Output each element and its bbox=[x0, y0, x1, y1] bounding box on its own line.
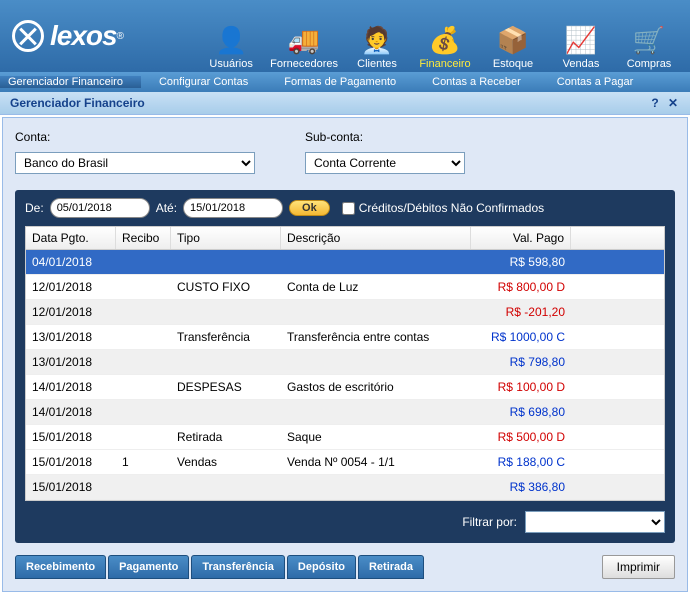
nav-icon: 🚚 bbox=[288, 24, 320, 56]
ate-label: Até: bbox=[156, 201, 177, 215]
nav-financeiro[interactable]: 💰Financeiro bbox=[416, 24, 474, 70]
logo-mark-icon bbox=[12, 20, 44, 52]
reg-mark: ® bbox=[117, 31, 124, 42]
table-row[interactable]: 12/01/2018CUSTO FIXOConta de LuzR$ 800,0… bbox=[26, 275, 664, 300]
table-row[interactable]: 12/01/2018R$ -201,20 bbox=[26, 300, 664, 325]
col-val[interactable]: Val. Pago bbox=[471, 227, 571, 249]
nav-icon: 📈 bbox=[565, 24, 597, 56]
panel-title: Gerenciador Financeiro bbox=[10, 96, 145, 110]
bottom-row: RecebimentoPagamentoTransferênciaDepósit… bbox=[15, 555, 675, 579]
tab-transferência[interactable]: Transferência bbox=[191, 555, 285, 579]
table-row[interactable]: 13/01/2018R$ 798,80 bbox=[26, 350, 664, 375]
panel-body: Conta: Banco do Brasil Sub-conta: Conta … bbox=[2, 117, 688, 592]
table-row[interactable]: 13/01/2018TransferênciaTransferência ent… bbox=[26, 325, 664, 350]
transactions-box: De: Até: Ok Créditos/Débitos Não Confirm… bbox=[15, 190, 675, 543]
subnav-item[interactable]: Contas a Pagar bbox=[539, 76, 651, 88]
action-tabs: RecebimentoPagamentoTransferênciaDepósit… bbox=[15, 555, 424, 579]
tab-pagamento[interactable]: Pagamento bbox=[108, 555, 189, 579]
unconfirmed-checkbox-label[interactable]: Créditos/Débitos Não Confirmados bbox=[342, 201, 544, 215]
filter-bar: Filtrar por: bbox=[25, 511, 665, 533]
help-icon[interactable]: ? bbox=[648, 96, 662, 110]
table-row[interactable]: 15/01/2018R$ 386,80 bbox=[26, 475, 664, 500]
ate-input[interactable] bbox=[183, 198, 283, 218]
close-icon[interactable]: ✕ bbox=[666, 96, 680, 110]
ok-button[interactable]: Ok bbox=[289, 200, 330, 216]
subnav-item[interactable]: Formas de Pagamento bbox=[266, 76, 414, 88]
col-desc[interactable]: Descrição bbox=[281, 227, 471, 249]
conta-label: Conta: bbox=[15, 130, 255, 144]
col-tipo[interactable]: Tipo bbox=[171, 227, 281, 249]
table-row[interactable]: 04/01/2018R$ 598,80 bbox=[26, 250, 664, 275]
subconta-label: Sub-conta: bbox=[305, 130, 465, 144]
date-filter-row: De: Até: Ok Créditos/Débitos Não Confirm… bbox=[25, 198, 665, 218]
col-data[interactable]: Data Pgto. bbox=[26, 227, 116, 249]
subconta-select[interactable]: Conta Corrente bbox=[305, 152, 465, 174]
print-button[interactable]: Imprimir bbox=[602, 555, 675, 579]
tab-retirada[interactable]: Retirada bbox=[358, 555, 424, 579]
unconfirmed-checkbox[interactable] bbox=[342, 202, 355, 215]
conta-select[interactable]: Banco do Brasil bbox=[15, 152, 255, 174]
nav-fornecedores[interactable]: 🚚Fornecedores bbox=[270, 24, 338, 70]
table-row[interactable]: 15/01/2018RetiradaSaqueR$ 500,00 D bbox=[26, 425, 664, 450]
filtrar-select[interactable] bbox=[525, 511, 665, 533]
subnav-item[interactable]: Gerenciador Financeiro bbox=[0, 76, 141, 88]
table-row[interactable]: 14/01/2018R$ 698,80 bbox=[26, 400, 664, 425]
sub-nav: Gerenciador FinanceiroConfigurar ContasF… bbox=[0, 72, 690, 92]
nav-icon: 📦 bbox=[497, 24, 529, 56]
de-input[interactable] bbox=[50, 198, 150, 218]
account-filters: Conta: Banco do Brasil Sub-conta: Conta … bbox=[15, 130, 675, 174]
nav-icon: 💰 bbox=[429, 24, 461, 56]
tab-recebimento[interactable]: Recebimento bbox=[15, 555, 106, 579]
nav-compras[interactable]: 🛒Compras bbox=[620, 24, 678, 70]
nav-estoque[interactable]: 📦Estoque bbox=[484, 24, 542, 70]
nav-clientes[interactable]: 🧑‍💼Clientes bbox=[348, 24, 406, 70]
transactions-grid: Data Pgto. Recibo Tipo Descrição Val. Pa… bbox=[25, 226, 665, 501]
nav-usuários[interactable]: 👤Usuários bbox=[202, 24, 260, 70]
filtrar-label: Filtrar por: bbox=[462, 515, 517, 529]
brand-logo: lexos ® bbox=[12, 20, 124, 52]
brand-name: lexos bbox=[50, 20, 117, 52]
grid-header: Data Pgto. Recibo Tipo Descrição Val. Pa… bbox=[26, 227, 664, 250]
nav-vendas[interactable]: 📈Vendas bbox=[552, 24, 610, 70]
subnav-item[interactable]: Contas a Receber bbox=[414, 76, 539, 88]
tab-depósito[interactable]: Depósito bbox=[287, 555, 356, 579]
nav-icon: 🛒 bbox=[633, 24, 665, 56]
subnav-item[interactable]: Configurar Contas bbox=[141, 76, 266, 88]
nav-icon: 👤 bbox=[215, 24, 247, 56]
panel-title-bar: Gerenciador Financeiro ? ✕ bbox=[0, 92, 690, 115]
main-nav: 👤Usuários🚚Fornecedores🧑‍💼Clientes💰Financ… bbox=[202, 0, 678, 72]
de-label: De: bbox=[25, 201, 44, 215]
app-header: lexos ® 👤Usuários🚚Fornecedores🧑‍💼Cliente… bbox=[0, 0, 690, 72]
table-row[interactable]: 15/01/20181VendasVenda Nº 0054 - 1/1R$ 1… bbox=[26, 450, 664, 475]
col-recibo[interactable]: Recibo bbox=[116, 227, 171, 249]
nav-icon: 🧑‍💼 bbox=[361, 24, 393, 56]
table-row[interactable]: 14/01/2018DESPESASGastos de escritórioR$… bbox=[26, 375, 664, 400]
